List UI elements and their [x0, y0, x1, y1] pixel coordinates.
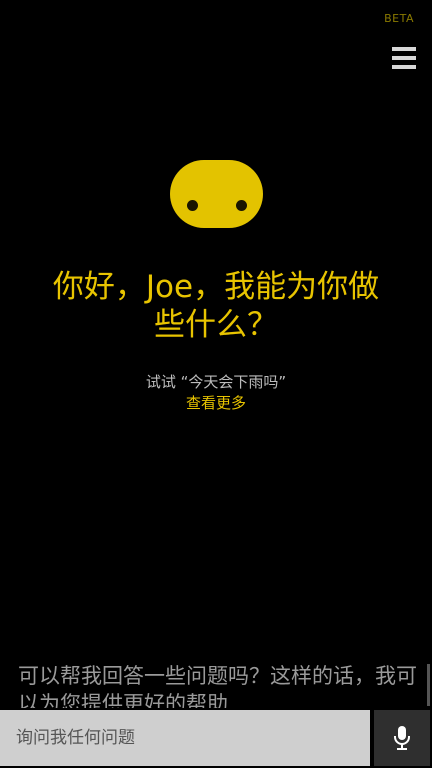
scrollbar[interactable] [427, 664, 430, 706]
beta-badge: BETA [384, 12, 414, 25]
suggestion-text: 试试 “今天会下雨吗” [145, 373, 287, 391]
menu-line [392, 56, 416, 60]
menu-line [392, 65, 416, 69]
menu-line [392, 47, 416, 51]
cortana-screen: BETA 你好，Joe，我能为你做些什么？ 试试 “今天会下雨吗” 查看更多 可… [0, 0, 432, 768]
help-prompt-text: 可以帮我回答一些问题吗？这样的话，我可以为您提供更好的帮助 [18, 664, 417, 708]
greeting-text: 你好，Joe，我能为你做些什么？ [52, 269, 380, 343]
microphone-button[interactable] [374, 710, 430, 766]
hamburger-menu-icon[interactable] [392, 47, 416, 69]
ask-input[interactable] [0, 710, 370, 766]
see-more-link[interactable]: 查看更多 [0, 392, 432, 413]
input-bar [0, 710, 432, 768]
right-eye [236, 200, 247, 211]
microphone-icon [394, 726, 410, 750]
cortana-face-icon [170, 160, 263, 228]
left-eye [187, 200, 198, 211]
